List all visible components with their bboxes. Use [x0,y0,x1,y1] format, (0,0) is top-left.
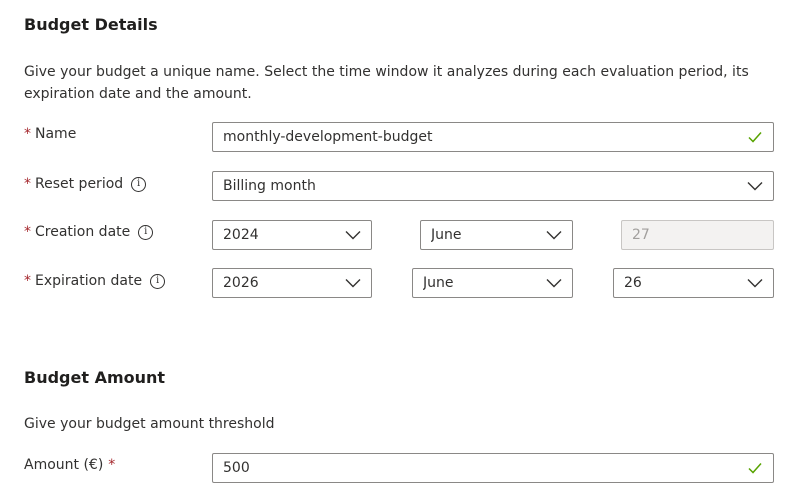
amount-label: Amount (€) * [24,457,115,473]
name-input[interactable]: monthly-development-budget [212,122,774,152]
creation-year-select[interactable]: 2024 [212,220,372,250]
expiration-month-value: June [423,275,454,291]
expiration-month-select[interactable]: June [412,268,573,298]
info-icon[interactable]: i [138,224,154,240]
checkmark-icon [747,460,763,476]
expiration-day-select[interactable]: 26 [613,268,774,298]
expiration-year-value: 2026 [223,275,259,291]
creation-month-value: June [431,227,462,243]
expiration-day-value: 26 [624,275,642,291]
expiration-date-label: * Expiration date i [24,273,166,289]
checkmark-icon [747,129,763,145]
reset-period-label: * Reset period i [24,176,147,192]
required-marker: * [24,126,31,142]
creation-day-value: 27 [632,227,650,243]
info-icon[interactable]: i [150,273,166,289]
required-marker: * [24,176,31,192]
budget-amount-description: Give your budget amount threshold [24,416,275,432]
info-icon[interactable]: i [131,176,147,192]
reset-period-select[interactable]: Billing month [212,171,774,201]
chevron-down-icon [546,227,562,243]
creation-month-select[interactable]: June [420,220,573,250]
reset-period-value: Billing month [223,178,316,194]
name-label-text: Name [35,126,77,142]
reset-period-label-text: Reset period [35,176,124,192]
amount-input[interactable]: 500 [212,453,774,483]
chevron-down-icon [345,275,361,291]
name-label: * Name [24,126,76,142]
required-marker: * [24,273,31,289]
creation-date-label: * Creation date i [24,224,154,240]
amount-label-text: Amount (€) [24,457,104,473]
chevron-down-icon [747,275,763,291]
creation-date-label-text: Creation date [35,224,131,240]
chevron-down-icon [747,178,763,194]
chevron-down-icon [345,227,361,243]
budget-details-heading: Budget Details [24,15,158,34]
required-marker: * [108,457,116,473]
budget-details-description: Give your budget a unique name. Select t… [24,64,749,102]
name-input-value: monthly-development-budget [223,129,433,145]
creation-day-field: 27 [621,220,774,250]
required-marker: * [24,224,31,240]
expiration-year-select[interactable]: 2026 [212,268,372,298]
chevron-down-icon [546,275,562,291]
amount-input-value: 500 [223,460,250,476]
creation-year-value: 2024 [223,227,259,243]
expiration-date-label-text: Expiration date [35,273,143,289]
budget-amount-heading: Budget Amount [24,368,166,387]
